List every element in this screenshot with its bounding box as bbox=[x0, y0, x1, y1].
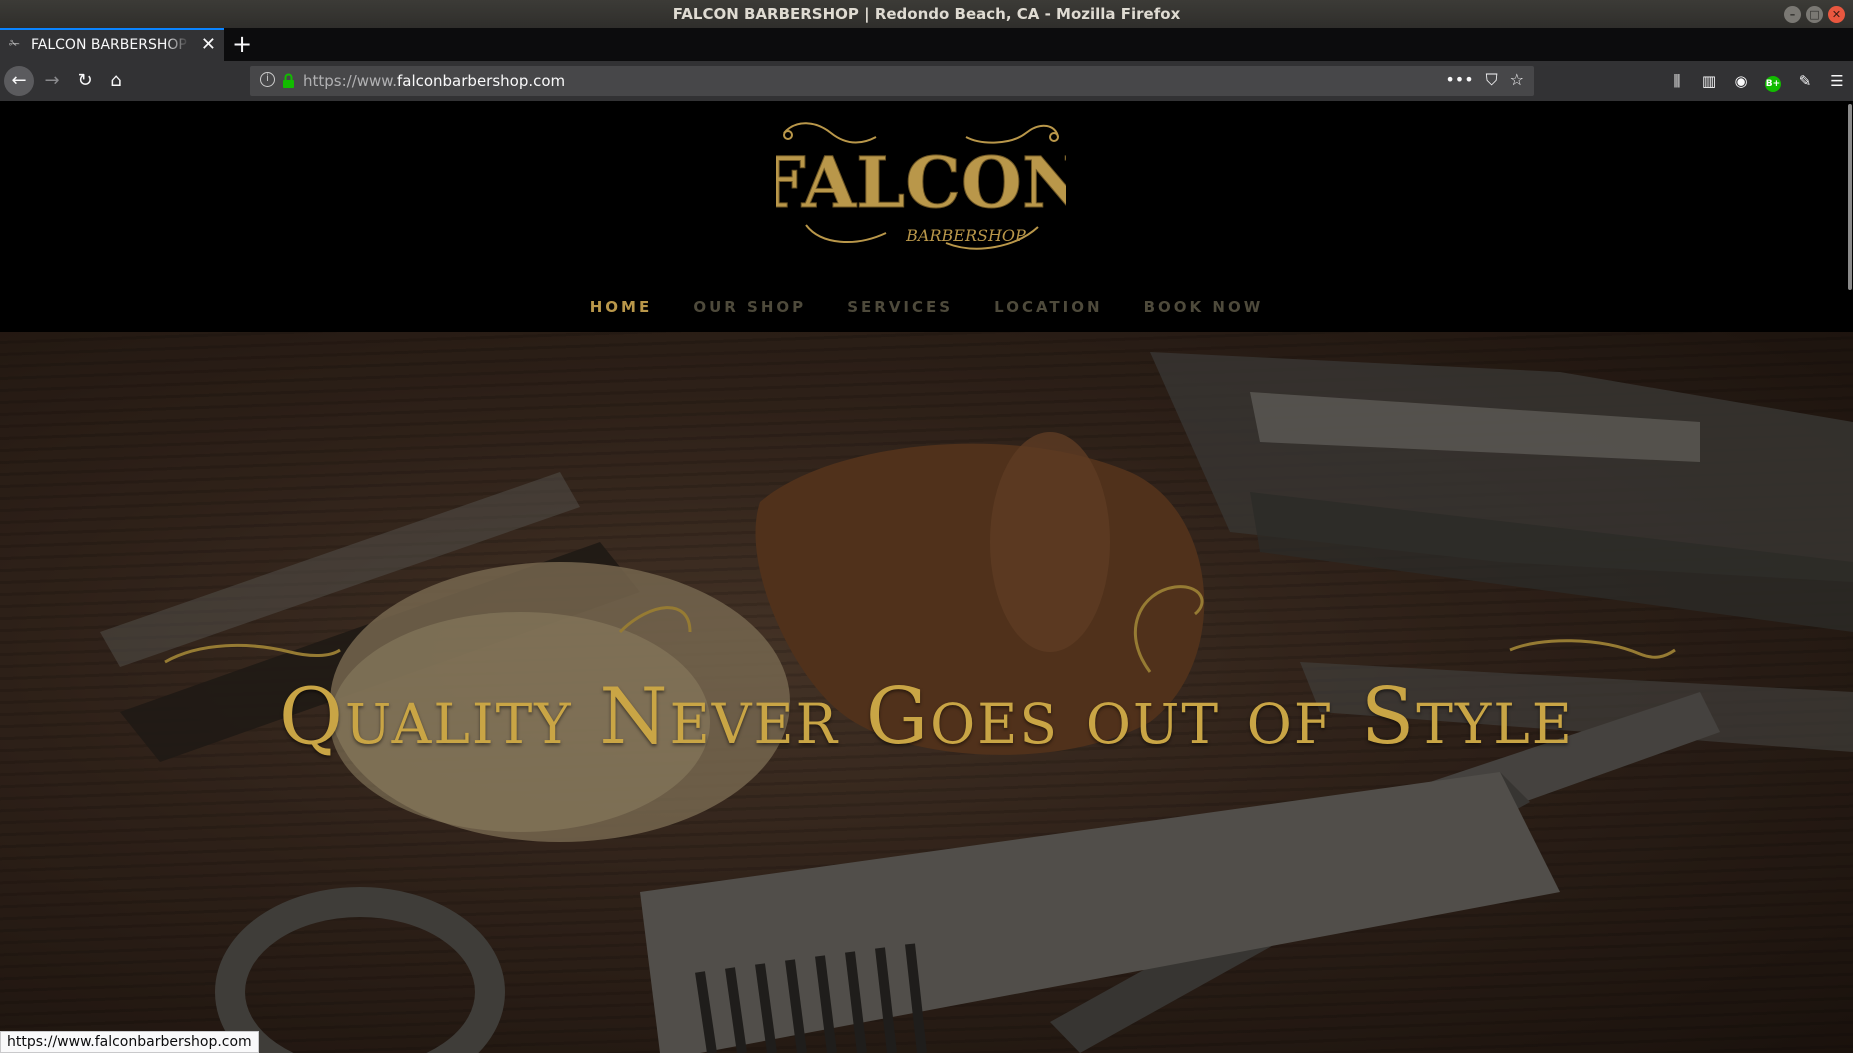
nav-book-now[interactable]: BOOK NOW bbox=[1144, 298, 1264, 316]
hero-banner: Quality Never Goes out of Style bbox=[0, 332, 1853, 1053]
url-domain: falconbarbershop.com bbox=[396, 72, 566, 90]
url-bar[interactable]: i https://www.falconbarbershop.com ••• ⛉… bbox=[250, 66, 1534, 96]
link-status-bar: https://www.falconbarbershop.com bbox=[0, 1031, 259, 1053]
library-icon[interactable]: ⫼ bbox=[1661, 66, 1693, 96]
tab-strip: ✁ FALCON BARBERSHOP | Redondo Beach, CA … bbox=[0, 28, 1853, 61]
hero-tagline: Quality Never Goes out of Style bbox=[279, 672, 1574, 762]
nav-services[interactable]: SERVICES bbox=[847, 298, 953, 316]
falcon-barbershop-logo[interactable]: FALCON BARBERSHOP bbox=[776, 115, 1066, 265]
page-viewport: FALCON BARBERSHOP HOME OUR SHOP SERVICES… bbox=[0, 101, 1853, 1053]
eyedropper-icon[interactable]: ✎ bbox=[1789, 66, 1821, 96]
home-button[interactable]: ⌂ bbox=[101, 66, 131, 96]
window-title: FALCON BARBERSHOP | Redondo Beach, CA - … bbox=[672, 5, 1181, 23]
bookmark-star-icon[interactable]: ☆ bbox=[1510, 70, 1524, 90]
page-actions-icon[interactable]: ••• bbox=[1445, 70, 1473, 90]
account-icon[interactable]: ◉ bbox=[1725, 66, 1757, 96]
sidebar-icon[interactable]: ▥ bbox=[1693, 66, 1725, 96]
nav-our-shop[interactable]: OUR SHOP bbox=[693, 298, 806, 316]
page-scrollbar[interactable] bbox=[1847, 101, 1853, 1053]
window-controls: – □ ✕ bbox=[1784, 6, 1845, 23]
url-scheme: https://www. bbox=[303, 72, 397, 90]
navigation-toolbar: ← → ↻ ⌂ i https://www.falconbarbershop.c… bbox=[0, 61, 1853, 101]
scrollbar-thumb[interactable] bbox=[1848, 104, 1852, 290]
minimize-icon[interactable]: – bbox=[1784, 6, 1801, 23]
maximize-icon[interactable]: □ bbox=[1806, 6, 1823, 23]
forward-button[interactable]: → bbox=[37, 66, 67, 96]
nav-location[interactable]: LOCATION bbox=[994, 298, 1102, 316]
back-button[interactable]: ← bbox=[4, 66, 34, 96]
url-actions: ••• ⛉ ☆ bbox=[1445, 70, 1524, 90]
close-window-icon[interactable]: ✕ bbox=[1828, 6, 1845, 23]
tab-falcon-barbershop[interactable]: ✁ FALCON BARBERSHOP | Redondo Beach, CA … bbox=[0, 28, 224, 61]
main-nav: HOME OUR SHOP SERVICES LOCATION BOOK NOW bbox=[0, 297, 1853, 316]
menu-icon[interactable]: ☰ bbox=[1821, 66, 1853, 96]
site-header: FALCON BARBERSHOP HOME OUR SHOP SERVICES… bbox=[0, 101, 1853, 332]
lock-icon bbox=[283, 73, 294, 88]
logo-subtitle: BARBERSHOP bbox=[905, 226, 1026, 245]
new-tab-button[interactable]: + bbox=[232, 28, 252, 61]
url-text[interactable]: https://www.falconbarbershop.com bbox=[303, 72, 565, 90]
tab-title: FALCON BARBERSHOP | Redondo Beach, CA bbox=[31, 37, 189, 53]
logo-wordmark: FALCON bbox=[776, 141, 1066, 224]
extension-badge-icon[interactable]: B+ bbox=[1757, 66, 1789, 96]
tab-close-icon[interactable]: ✕ bbox=[201, 34, 216, 55]
window-titlebar: FALCON BARBERSHOP | Redondo Beach, CA - … bbox=[0, 0, 1853, 28]
reload-button[interactable]: ↻ bbox=[70, 66, 100, 96]
site-info-icon[interactable]: i bbox=[260, 72, 275, 87]
razor-favicon-icon: ✁ bbox=[9, 37, 20, 52]
toolbar-icons: ⫼ ▥ ◉ B+ ✎ ☰ bbox=[1661, 66, 1853, 96]
pocket-icon[interactable]: ⛉ bbox=[1486, 70, 1498, 90]
nav-home[interactable]: HOME bbox=[590, 298, 652, 316]
